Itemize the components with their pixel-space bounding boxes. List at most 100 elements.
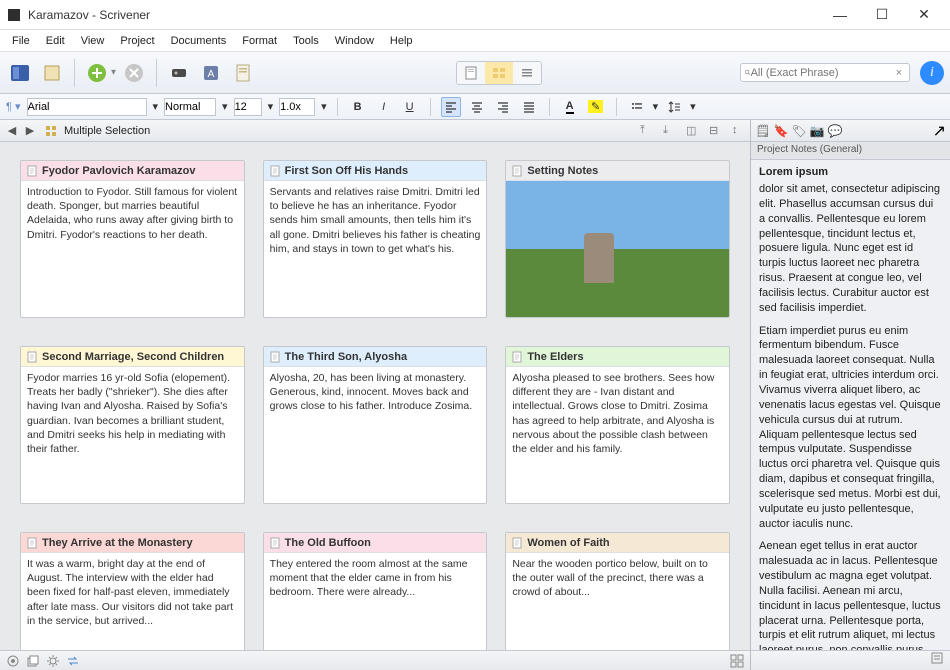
card-image[interactable] (506, 181, 729, 317)
index-card[interactable]: They Arrive at the MonasteryIt was a war… (20, 532, 245, 650)
list-dropdown-icon[interactable]: ▾ (653, 100, 659, 113)
inspector-section-title: Project Notes (General) (751, 142, 950, 160)
nav-forward-button[interactable]: ▶ (22, 123, 38, 139)
corkboard-view-button[interactable] (485, 62, 513, 84)
editor-title: Multiple Selection (64, 125, 150, 137)
bold-button[interactable]: B (348, 97, 368, 117)
menu-project[interactable]: Project (112, 32, 162, 50)
split-v-button[interactable]: ⊟ (709, 124, 723, 138)
index-card[interactable]: The Third Son, Alyosha Alyosha, 20, has b… (263, 346, 488, 504)
minimize-button[interactable]: — (820, 2, 860, 28)
search-field[interactable]: × (740, 63, 910, 82)
corkboard[interactable]: Fyodor Pavlovich KaramazovIntroduction t… (0, 142, 750, 650)
editor-header: ◀ ▶ Multiple Selection ⤒ ⤓ ◫ ⊟ ↕ (0, 120, 750, 142)
style-dropdown-icon[interactable]: ▾ (222, 100, 228, 113)
menu-file[interactable]: File (4, 32, 38, 50)
menu-documents[interactable]: Documents (163, 32, 235, 50)
card-synopsis[interactable]: Introduction to Fyodor. Still famous for… (21, 181, 244, 317)
index-card[interactable]: Setting Notes (505, 160, 730, 318)
align-left-button[interactable] (441, 97, 461, 117)
page-icon (26, 165, 38, 177)
menu-view[interactable]: View (73, 32, 113, 50)
highlight-button[interactable]: ✎ (586, 97, 606, 117)
document-view-button[interactable] (457, 62, 485, 84)
search-input[interactable] (751, 67, 893, 79)
nav-down-button[interactable]: ⤓ (663, 124, 677, 138)
collections-button[interactable] (38, 59, 66, 87)
bookmarks-tab-icon[interactable]: 🔖 (773, 123, 789, 139)
list-button[interactable] (627, 97, 647, 117)
format-toolbar: ¶ ▾ ▾ ▾ ▾ ▾ B I U A ✎ ▾ ▾ (0, 94, 950, 120)
index-card[interactable]: First Son Off His HandsServants and rela… (263, 160, 488, 318)
card-synopsis[interactable]: Alyosha, 20, has been living at monaster… (264, 367, 487, 503)
grid-icon[interactable] (730, 654, 744, 668)
index-card[interactable]: The EldersAlyosha pleased to see brother… (505, 346, 730, 504)
snapshot-button[interactable]: A (197, 59, 225, 87)
add-button[interactable] (83, 59, 111, 87)
zoom-dropdown-icon[interactable]: ▾ (321, 100, 327, 113)
underline-button[interactable]: U (400, 97, 420, 117)
size-select[interactable] (234, 98, 262, 116)
metadata-tab-icon[interactable]: 🏷 (791, 123, 807, 139)
card-synopsis[interactable]: It was a warm, bright day at the end of … (21, 553, 244, 650)
compile-button[interactable] (229, 59, 257, 87)
align-right-button[interactable] (493, 97, 513, 117)
text-color-button[interactable]: A (560, 97, 580, 117)
expand-button[interactable]: ↕ (732, 124, 746, 138)
info-button[interactable]: i (920, 61, 944, 85)
nav-up-button[interactable]: ⤒ (640, 124, 654, 138)
card-synopsis[interactable]: They entered the room almost at the same… (264, 553, 487, 650)
card-synopsis[interactable]: Servants and relatives raise Dmitri. Dmi… (264, 181, 487, 317)
menu-edit[interactable]: Edit (38, 32, 73, 50)
notes-footer-icon[interactable] (930, 651, 944, 665)
inspector-expand-icon[interactable]: ↗ (933, 121, 946, 141)
menu-window[interactable]: Window (327, 32, 382, 50)
window-title: Karamazov - Scrivener (28, 8, 820, 22)
menu-help[interactable]: Help (382, 32, 421, 50)
arrows-icon[interactable] (66, 654, 80, 668)
index-card[interactable]: Second Marriage, Second Children Fyodor m… (20, 346, 245, 504)
binder-toggle-button[interactable] (6, 59, 34, 87)
search-clear-icon[interactable]: × (893, 67, 905, 79)
notes-para: Etiam imperdiet purus eu enim fermentum … (759, 324, 942, 532)
target-icon[interactable] (6, 654, 20, 668)
notes-tab-icon[interactable]: 🗒 (755, 123, 771, 139)
card-title: Second Marriage, Second Children (42, 351, 224, 363)
inspector: 🗒 🔖 🏷 📷 💬 ↗ Project Notes (General) Lore… (750, 120, 950, 670)
card-title: The Third Son, Alyosha (285, 351, 407, 363)
project-notes[interactable]: Lorem ipsum dolor sit amet, consectetur … (751, 160, 950, 650)
italic-button[interactable]: I (374, 97, 394, 117)
trash-button[interactable] (120, 59, 148, 87)
keywords-button[interactable] (165, 59, 193, 87)
style-select[interactable] (164, 98, 216, 116)
close-button[interactable]: ✕ (904, 2, 944, 28)
spacing-dropdown-icon[interactable]: ▾ (690, 100, 696, 113)
view-mode-group (456, 61, 542, 85)
card-synopsis[interactable]: Near the wooden portico below, built on … (506, 553, 729, 650)
font-select[interactable] (27, 98, 147, 116)
card-synopsis[interactable]: Alyosha pleased to see brothers. Sees ho… (506, 367, 729, 503)
line-spacing-button[interactable] (664, 97, 684, 117)
add-dropdown-icon[interactable]: ▾ (111, 67, 116, 78)
card-synopsis[interactable]: Fyodor marries 16 yr-old Sofia (elopemen… (21, 367, 244, 503)
index-card[interactable]: Fyodor Pavlovich KaramazovIntroduction t… (20, 160, 245, 318)
align-center-button[interactable] (467, 97, 487, 117)
zoom-select[interactable] (279, 98, 315, 116)
styles-dropdown-icon[interactable]: ¶ ▾ (6, 100, 21, 113)
page-icon (26, 351, 38, 363)
index-card[interactable]: Women of FaithNear the wooden portico be… (505, 532, 730, 650)
nav-back-button[interactable]: ◀ (4, 123, 20, 139)
menu-tools[interactable]: Tools (285, 32, 327, 50)
stack-icon[interactable] (26, 654, 40, 668)
snapshots-tab-icon[interactable]: 📷 (809, 123, 825, 139)
font-dropdown-icon[interactable]: ▾ (153, 100, 159, 113)
size-dropdown-icon[interactable]: ▾ (268, 100, 274, 113)
comments-tab-icon[interactable]: 💬 (827, 123, 843, 139)
outline-view-button[interactable] (513, 62, 541, 84)
align-justify-button[interactable] (519, 97, 539, 117)
menu-format[interactable]: Format (234, 32, 285, 50)
maximize-button[interactable]: ☐ (862, 2, 902, 28)
gear-icon[interactable] (46, 654, 60, 668)
index-card[interactable]: The Old BuffoonThey entered the room alm… (263, 532, 488, 650)
split-h-button[interactable]: ◫ (686, 124, 700, 138)
